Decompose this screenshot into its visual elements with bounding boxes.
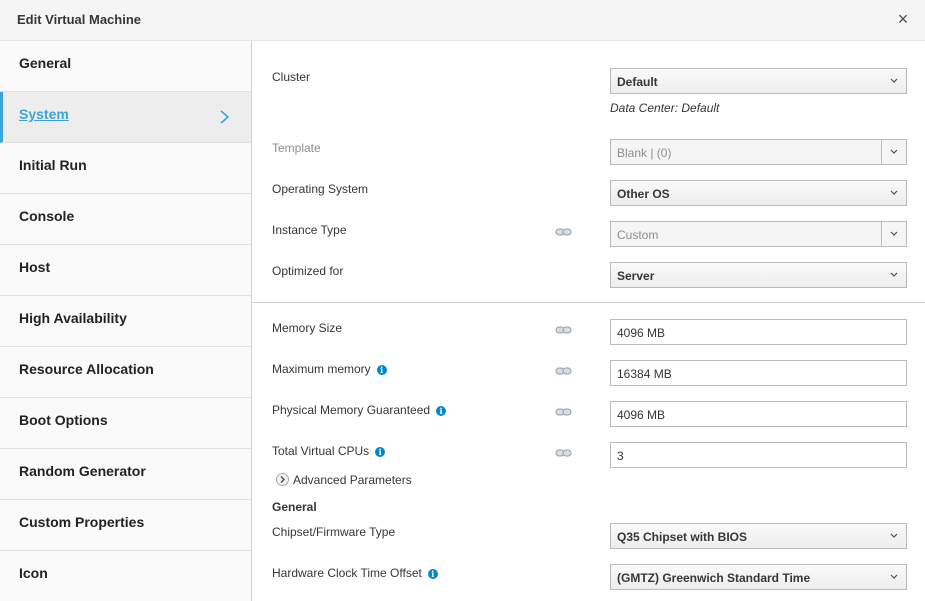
- sidebar-item-initial-run[interactable]: Initial Run: [0, 143, 251, 194]
- cluster-label: Cluster: [272, 70, 311, 84]
- data-center-note: Data Center: Default: [610, 101, 720, 115]
- link-icon[interactable]: [555, 407, 572, 417]
- advanced-parameters-label: Advanced Parameters: [293, 473, 412, 487]
- memory-size-label: Memory Size: [272, 321, 343, 335]
- chevron-down-icon: [890, 533, 898, 538]
- sidebar: General System Initial Run Console Host …: [0, 41, 252, 601]
- sidebar-item-console[interactable]: Console: [0, 194, 251, 245]
- sidebar-item-general[interactable]: General: [0, 41, 251, 92]
- expand-icon: [276, 473, 289, 486]
- sidebar-item-label: Initial Run: [19, 157, 87, 173]
- section-divider: [252, 302, 925, 303]
- optimized-for-label: Optimized for: [272, 264, 344, 278]
- sidebar-item-label: Icon: [19, 565, 48, 581]
- template-value: Blank | (0): [617, 146, 672, 160]
- chevron-down-icon: [890, 272, 898, 277]
- memory-size-value: 4096 MB: [617, 326, 666, 340]
- total-vcpus-input[interactable]: 3: [610, 442, 907, 468]
- info-icon[interactable]: i: [375, 447, 386, 457]
- total-vcpus-text: Total Virtual CPUs: [272, 444, 370, 458]
- physical-memory-input[interactable]: 4096 MB: [610, 401, 907, 427]
- chevron-right-icon: [220, 110, 230, 124]
- maximum-memory-value: 16384 MB: [617, 367, 672, 381]
- clock-offset-label: Hardware Clock Time Offset i: [272, 566, 438, 580]
- chevron-down-icon: [890, 190, 898, 195]
- optimized-for-value: Server: [617, 269, 655, 283]
- cluster-select[interactable]: Default: [610, 68, 907, 94]
- link-icon[interactable]: [555, 366, 572, 376]
- template-select: Blank | (0): [610, 139, 907, 165]
- cluster-value: Default: [617, 75, 658, 89]
- memory-size-input[interactable]: 4096 MB: [610, 319, 907, 345]
- sidebar-item-icon[interactable]: Icon: [0, 551, 251, 601]
- sidebar-item-system[interactable]: System: [0, 92, 251, 143]
- optimized-for-select[interactable]: Server: [610, 262, 907, 288]
- dialog-header: Edit Virtual Machine ×: [0, 0, 925, 41]
- instance-type-select: Custom: [610, 221, 907, 247]
- template-label: Template: [272, 141, 321, 155]
- sidebar-item-boot-options[interactable]: Boot Options: [0, 398, 251, 449]
- instance-type-value: Custom: [617, 228, 659, 242]
- sidebar-item-resource-allocation[interactable]: Resource Allocation: [0, 347, 251, 398]
- chipset-value: Q35 Chipset with BIOS: [617, 530, 748, 544]
- system-panel: Cluster Default Data Center: Default Tem…: [252, 41, 925, 601]
- clock-offset-value: (GMTZ) Greenwich Standard Time: [617, 571, 811, 585]
- chipset-select[interactable]: Q35 Chipset with BIOS: [610, 523, 907, 549]
- info-icon[interactable]: i: [376, 365, 387, 375]
- info-icon[interactable]: i: [427, 569, 438, 579]
- sidebar-item-label: Console: [19, 208, 75, 224]
- link-icon[interactable]: [555, 227, 572, 237]
- physical-memory-text: Physical Memory Guaranteed: [272, 403, 431, 417]
- operating-system-label: Operating System: [272, 182, 369, 196]
- info-icon[interactable]: i: [436, 406, 447, 416]
- sidebar-item-custom-properties[interactable]: Custom Properties: [0, 500, 251, 551]
- chevron-down-icon: [890, 149, 898, 154]
- sidebar-item-label: Resource Allocation: [19, 361, 154, 377]
- sidebar-item-high-availability[interactable]: High Availability: [0, 296, 251, 347]
- physical-memory-label: Physical Memory Guaranteed i: [272, 403, 447, 417]
- sidebar-item-host[interactable]: Host: [0, 245, 251, 296]
- chevron-down-icon: [890, 78, 898, 83]
- total-vcpus-label: Total Virtual CPUs i: [272, 444, 386, 458]
- sidebar-item-label: General: [19, 55, 72, 71]
- chevron-down-icon: [890, 231, 898, 236]
- sidebar-item-label: Custom Properties: [19, 514, 145, 530]
- sidebar-item-label: Boot Options: [19, 412, 108, 428]
- link-icon[interactable]: [555, 325, 572, 335]
- close-icon[interactable]: ×: [895, 9, 911, 29]
- general-section-title: General: [272, 500, 317, 514]
- sidebar-item-label: Host: [19, 259, 51, 275]
- operating-system-value: Other OS: [617, 187, 670, 201]
- chipset-label: Chipset/Firmware Type: [272, 525, 396, 539]
- sidebar-item-label: Random Generator: [19, 463, 146, 479]
- chevron-down-icon: [890, 574, 898, 579]
- dialog-title: Edit Virtual Machine: [17, 12, 142, 27]
- physical-memory-value: 4096 MB: [617, 408, 666, 422]
- sidebar-item-random-generator[interactable]: Random Generator: [0, 449, 251, 500]
- instance-type-label: Instance Type: [272, 223, 347, 237]
- maximum-memory-text: Maximum memory: [272, 362, 371, 376]
- advanced-parameters-toggle[interactable]: Advanced Parameters: [276, 473, 412, 487]
- clock-offset-text: Hardware Clock Time Offset: [272, 566, 422, 580]
- link-icon[interactable]: [555, 448, 572, 458]
- clock-offset-select[interactable]: (GMTZ) Greenwich Standard Time: [610, 564, 907, 590]
- sidebar-item-label: High Availability: [19, 310, 127, 326]
- instance-type-caret-box: [881, 222, 906, 246]
- template-caret-box: [881, 140, 906, 164]
- maximum-memory-input[interactable]: 16384 MB: [610, 360, 907, 386]
- total-vcpus-value: 3: [617, 449, 624, 463]
- operating-system-select[interactable]: Other OS: [610, 180, 907, 206]
- sidebar-item-label: System: [19, 106, 69, 122]
- maximum-memory-label: Maximum memory i: [272, 362, 387, 376]
